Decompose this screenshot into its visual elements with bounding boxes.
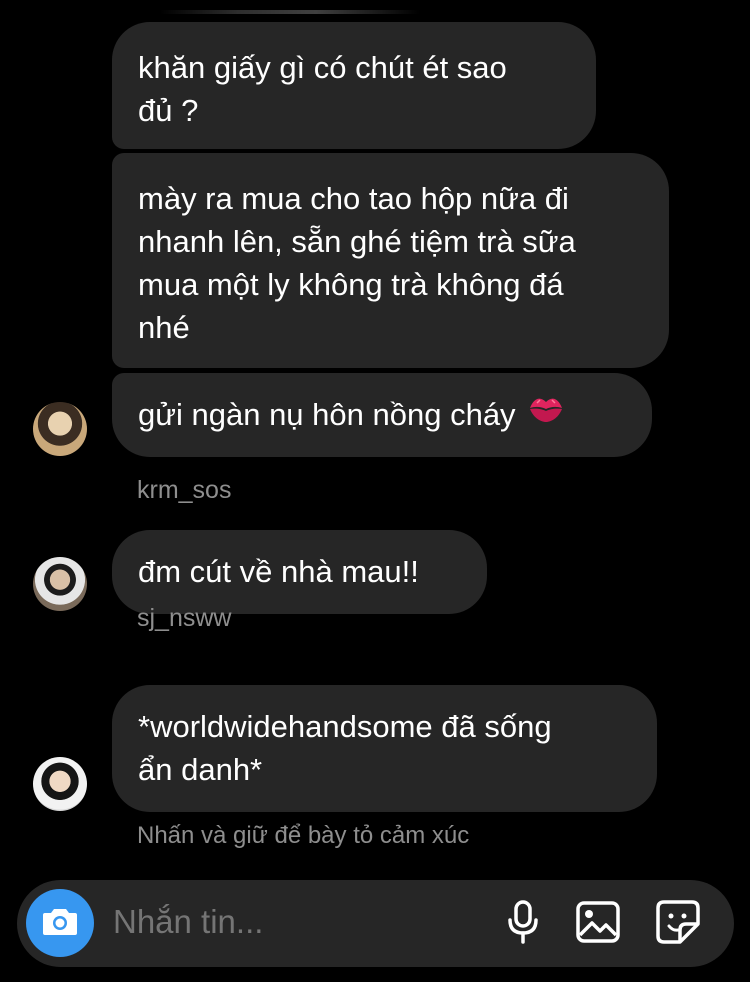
message-bubble-5[interactable]: *worldwidehandsome đã sống ẩn danh* bbox=[112, 685, 657, 812]
avatar-sj-nsww[interactable] bbox=[33, 557, 87, 611]
microphone-icon bbox=[506, 899, 540, 949]
avatar-worldwidehandsome[interactable] bbox=[33, 757, 87, 811]
message-text: gửi ngàn nụ hôn nồng cháy bbox=[138, 397, 516, 432]
kiss-mark-icon bbox=[528, 392, 564, 435]
sticker-icon bbox=[656, 899, 700, 949]
avatar-krm-sos[interactable] bbox=[33, 402, 87, 456]
gallery-button[interactable] bbox=[574, 900, 622, 948]
camera-icon bbox=[42, 906, 78, 941]
sender-name: sj_nsww bbox=[137, 604, 232, 632]
sender-name: krm_sos bbox=[137, 476, 232, 504]
camera-button[interactable] bbox=[26, 889, 94, 957]
sticker-button[interactable] bbox=[654, 899, 702, 949]
message-bubble-3[interactable]: gửi ngàn nụ hôn nồng cháy bbox=[112, 373, 652, 457]
reaction-hint: Nhấn và giữ để bày tỏ cảm xúc bbox=[137, 822, 470, 849]
status-bar-remnant bbox=[160, 10, 420, 14]
message-bubble-2[interactable]: mày ra mua cho tao hộp nữa đi nhanh lên,… bbox=[112, 153, 669, 368]
message-input[interactable] bbox=[113, 903, 473, 941]
gallery-icon bbox=[576, 900, 620, 948]
message-bubble-1[interactable]: khăn giấy gì có chút ét sao đủ ? bbox=[112, 22, 596, 149]
microphone-button[interactable] bbox=[499, 899, 547, 949]
message-composer bbox=[17, 880, 734, 967]
message-bubble-4[interactable]: đm cút về nhà mau!! bbox=[112, 530, 487, 614]
